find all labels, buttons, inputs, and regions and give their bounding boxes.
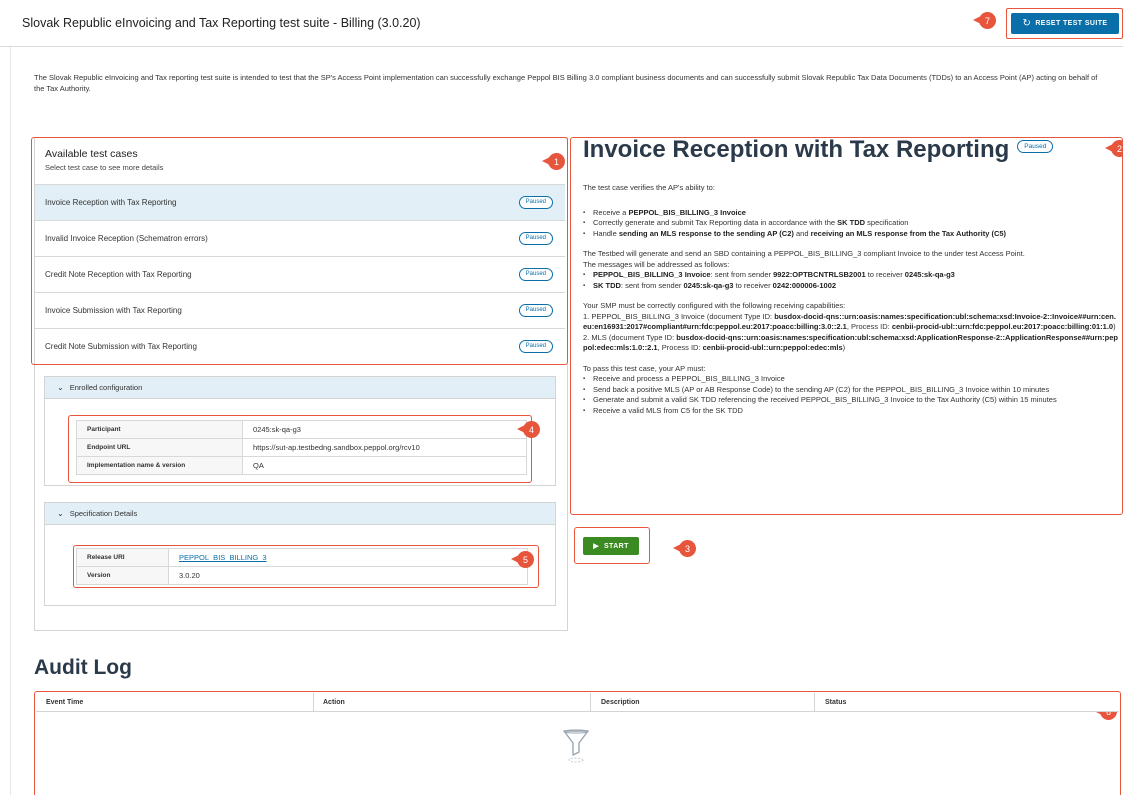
test-cases-header: Available test cases Select test case to… [45, 148, 163, 172]
ability-intro: The test case verifies the AP's ability … [583, 183, 715, 192]
status-badge: Paused [518, 268, 553, 281]
message-item: PEPPOL_BIS_BILLING_3 Invoice: sent from … [583, 270, 1118, 281]
refresh-icon: ↻ [1022, 18, 1032, 29]
test-case-item[interactable]: Credit Note Submission with Tax Reportin… [35, 328, 565, 364]
status-badge: Paused [518, 232, 553, 245]
testbed-text: The Testbed will generate and send an SB… [583, 249, 1025, 258]
column-header-status[interactable]: Status [825, 699, 846, 706]
capability-item: 1. PEPPOL_BIS_BILLING_3 Invoice (documen… [583, 311, 1116, 332]
annotation-marker-3: 3 [673, 540, 696, 557]
top-bar: Slovak Republic eInvoicing and Tax Repor… [0, 0, 1123, 47]
reset-test-suite-button[interactable]: ↻ RESET TEST SUITE [1011, 13, 1119, 34]
pass-list: Receive and process a PEPPOL_BIS_BILLING… [583, 374, 1118, 416]
reset-highlight: ↻ RESET TEST SUITE [1006, 8, 1123, 39]
test-case-label: Invalid Invoice Reception (Schematron er… [45, 234, 208, 243]
status-badge: Paused [518, 304, 553, 317]
status-badge: Paused [518, 196, 553, 209]
reset-button-label: RESET TEST SUITE [1035, 20, 1108, 27]
column-header-action[interactable]: Action [323, 699, 345, 706]
smp-text: Your SMP must be correctly configured wi… [583, 301, 846, 310]
suite-description: The Slovak Republic eInvoicing and Tax r… [34, 73, 1098, 93]
message-item: SK TDD: sent from sender 0245:sk-qa-g3 t… [583, 281, 1118, 292]
status-badge: Paused [1017, 140, 1054, 154]
pass-item: Send back a positive MLS (AP or AB Respo… [583, 385, 1118, 396]
pass-item: Generate and submit a valid SK TDD refer… [583, 395, 1118, 406]
test-case-item[interactable]: Credit Note Reception with Tax Reporting… [35, 256, 565, 292]
specification-highlight [73, 545, 539, 588]
annotation-marker-1: 1 [542, 153, 565, 170]
column-header-description[interactable]: Description [601, 699, 640, 706]
test-case-item[interactable]: Invalid Invoice Reception (Schematron er… [35, 220, 565, 256]
specification-details-title: Specification Details [69, 509, 138, 518]
test-case-description: The test case verifies the AP's ability … [583, 183, 1118, 416]
message-list: PEPPOL_BIS_BILLING_3 Invoice: sent from … [583, 270, 1118, 291]
start-button-label: START [603, 542, 629, 550]
annotation-marker-4: 4 [517, 421, 540, 438]
test-case-item[interactable]: Invoice Submission with Tax Reporting Pa… [35, 292, 565, 328]
audit-log-table-header: Event Time Action Description Status [36, 693, 1119, 712]
ability-item: Correctly generate and submit Tax Report… [583, 218, 1118, 229]
test-case-label: Credit Note Reception with Tax Reporting [45, 270, 192, 279]
annotation-marker-7: 7 [973, 12, 996, 29]
empty-filter-icon [563, 729, 589, 763]
detail-title-text: Invoice Reception with Tax Reporting [583, 136, 1010, 163]
test-case-label: Credit Note Submission with Tax Reportin… [45, 342, 197, 351]
annotation-marker-5: 5 [511, 551, 534, 568]
chevron-down-icon: ⌄ [57, 509, 64, 518]
annotation-marker-2: 2 [1105, 140, 1123, 157]
page-title: Slovak Republic eInvoicing and Tax Repor… [22, 16, 421, 30]
left-divider [10, 47, 11, 795]
ability-item: Handle sending an MLS response to the se… [583, 229, 1118, 240]
test-case-item[interactable]: Invoice Reception with Tax Reporting Pau… [35, 184, 565, 220]
ability-list: Receive a PEPPOL_BIS_BILLING_3 Invoice C… [583, 208, 1118, 240]
enrolled-configuration-toggle[interactable]: ⌄ Enrolled configuration [45, 377, 555, 399]
start-highlight: ▶ START [574, 527, 650, 564]
enrolled-configuration-title: Enrolled configuration [69, 383, 143, 392]
capability-item: 2. MLS (document Type ID: busdox-docid-q… [583, 332, 1118, 353]
audit-log-title: Audit Log [34, 656, 132, 679]
test-case-detail-title: Invoice Reception with Tax Reporting Paus… [583, 136, 1054, 164]
pass-intro: To pass this test case, your AP must: [583, 363, 706, 373]
ability-item: Receive a PEPPOL_BIS_BILLING_3 Invoice [583, 208, 1118, 219]
specification-details-toggle[interactable]: ⌄ Specification Details [45, 503, 555, 525]
pass-item: Receive a valid MLS from C5 for the SK T… [583, 406, 1118, 417]
start-button[interactable]: ▶ START [583, 537, 639, 555]
test-cases-title: Available test cases [45, 148, 138, 160]
test-case-label: Invoice Reception with Tax Reporting [45, 198, 177, 207]
test-cases-subtitle: Select test case to see more details [45, 163, 164, 172]
chevron-down-icon: ⌄ [57, 383, 64, 392]
test-case-label: Invoice Submission with Tax Reporting [45, 306, 182, 315]
play-icon: ▶ [593, 543, 599, 550]
addressed-text: The messages will be addressed as follow… [583, 259, 730, 269]
pass-item: Receive and process a PEPPOL_BIS_BILLING… [583, 374, 1118, 385]
status-badge: Paused [518, 340, 553, 353]
column-header-event-time[interactable]: Event Time [46, 699, 83, 706]
enrolled-highlight [68, 415, 532, 483]
